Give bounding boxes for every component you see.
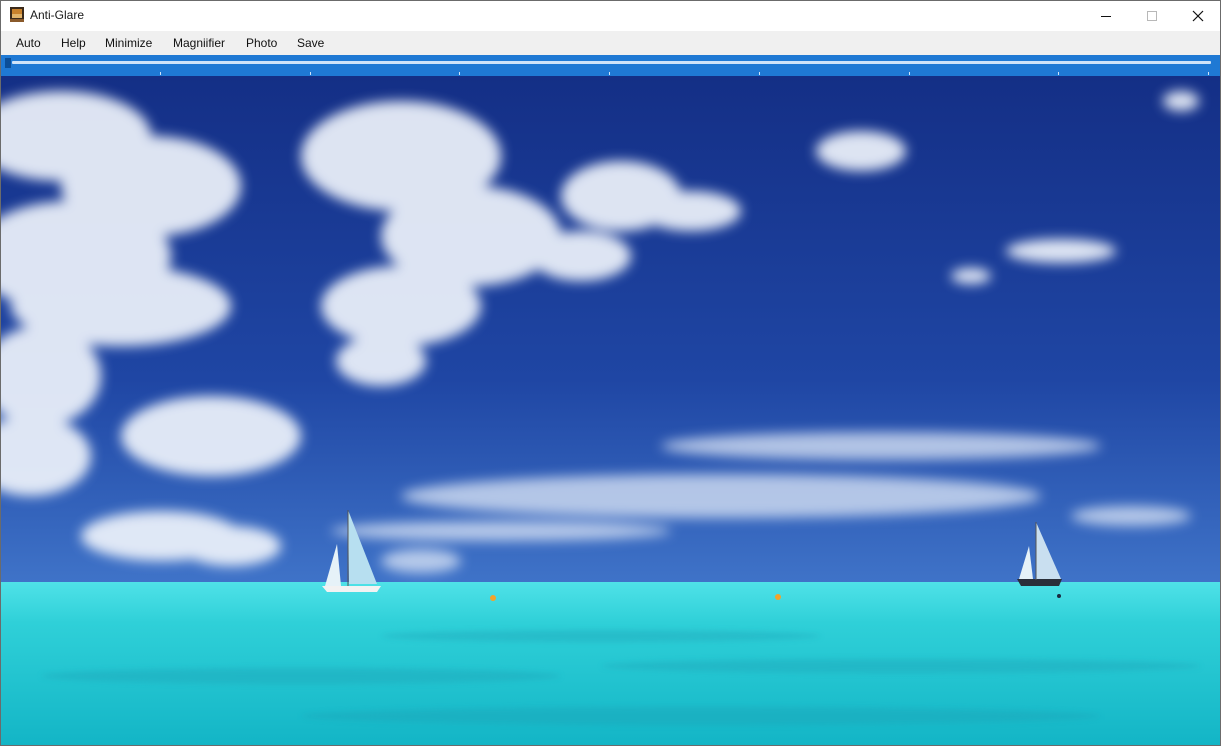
menu-bar: Auto Help Minimize Magniifier Photo Save	[0, 31, 1221, 55]
app-window: Anti-Glare Auto Help Minimize Magniifier…	[0, 0, 1221, 746]
ocean-photo	[1, 76, 1220, 745]
slider-tick	[1058, 72, 1059, 75]
buoy	[490, 595, 496, 601]
title-bar[interactable]: Anti-Glare	[0, 0, 1221, 31]
minimize-icon	[1101, 15, 1111, 17]
slider-tick	[1208, 72, 1209, 75]
close-icon	[1192, 10, 1204, 21]
slider-tick	[909, 72, 910, 75]
slider-tick	[459, 72, 460, 75]
maximize-button[interactable]	[1129, 0, 1175, 31]
menu-minimize[interactable]: Minimize	[105, 36, 152, 50]
close-button[interactable]	[1175, 0, 1221, 31]
buoy	[775, 594, 781, 600]
slider-track[interactable]	[12, 61, 1211, 64]
menu-auto[interactable]: Auto	[16, 36, 41, 50]
slider-tick	[160, 72, 161, 75]
photo-view	[1, 76, 1220, 745]
menu-photo[interactable]: Photo	[246, 36, 277, 50]
slider-tick	[609, 72, 610, 75]
slider-thumb[interactable]	[5, 58, 11, 68]
opacity-slider[interactable]	[0, 55, 1221, 76]
app-icon	[10, 7, 24, 22]
slider-tick	[759, 72, 760, 75]
window-title: Anti-Glare	[30, 8, 85, 22]
buoy	[1057, 594, 1061, 598]
menu-save[interactable]: Save	[297, 36, 324, 50]
maximize-icon	[1147, 10, 1157, 21]
menu-help[interactable]: Help	[61, 36, 86, 50]
minimize-button[interactable]	[1083, 0, 1129, 31]
slider-tick	[310, 72, 311, 75]
menu-magnifier[interactable]: Magniifier	[173, 36, 225, 50]
